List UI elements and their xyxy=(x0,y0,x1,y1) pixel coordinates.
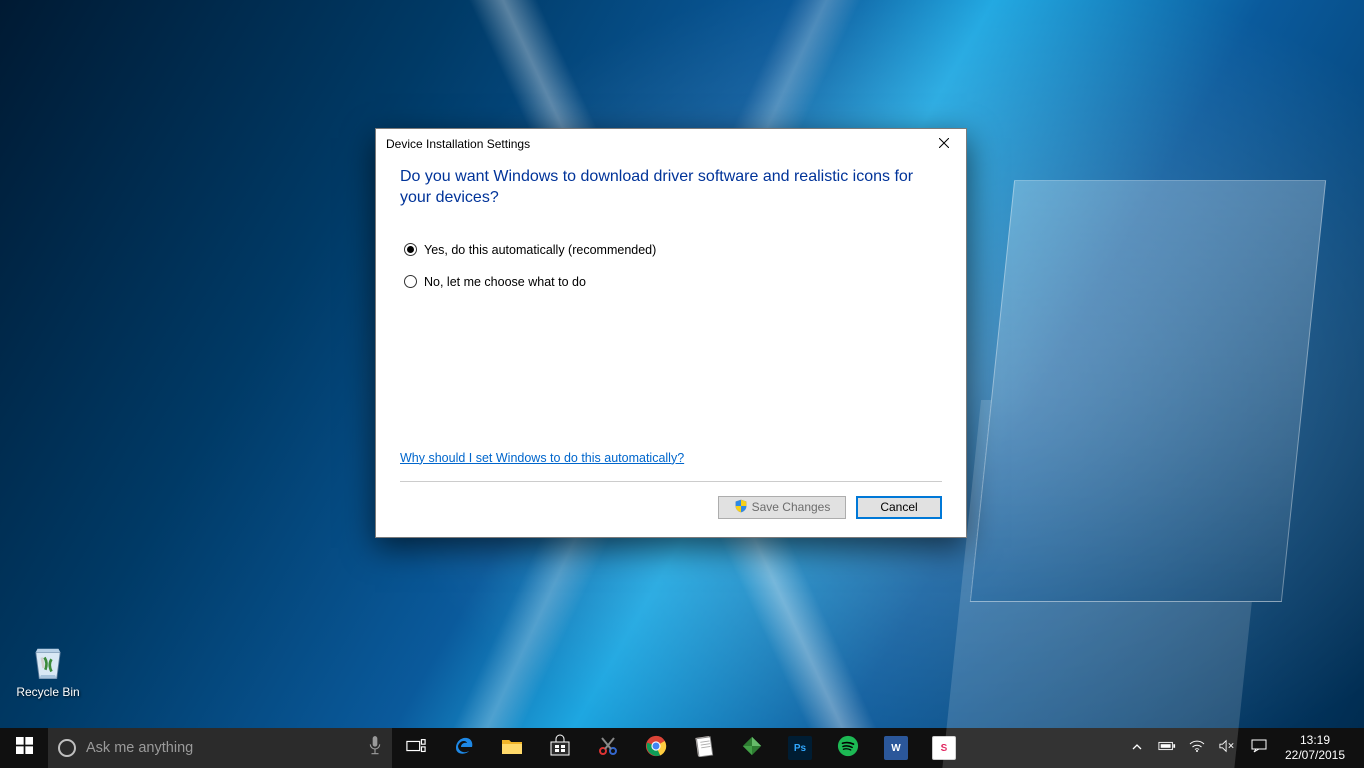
windows-logo-icon xyxy=(16,737,33,759)
taskbar-app-file-explorer[interactable] xyxy=(488,728,536,768)
save-changes-label: Save Changes xyxy=(752,500,831,514)
folder-icon xyxy=(500,734,524,763)
word-icon: W xyxy=(884,736,908,760)
tray-action-center[interactable] xyxy=(1242,738,1276,759)
spotify-icon xyxy=(837,735,859,762)
dialog-footer: Save Changes Cancel xyxy=(400,482,942,519)
clock-time: 13:19 xyxy=(1300,733,1330,748)
cancel-button[interactable]: Cancel xyxy=(856,496,942,519)
notepad-icon xyxy=(693,735,715,762)
microphone-icon[interactable] xyxy=(368,735,382,761)
recycle-bin-icon xyxy=(10,640,86,682)
tray-overflow-button[interactable] xyxy=(1122,739,1152,757)
tray-battery[interactable] xyxy=(1152,739,1182,757)
radio-icon xyxy=(404,243,417,256)
chrome-icon xyxy=(645,735,667,762)
pinned-apps: Ps W S xyxy=(440,728,968,768)
clock-date: 22/07/2015 xyxy=(1285,748,1345,763)
tray-volume[interactable] xyxy=(1212,739,1242,758)
wifi-icon xyxy=(1189,739,1205,758)
scissors-icon xyxy=(596,734,620,763)
device-installation-dialog: Device Installation Settings Do you want… xyxy=(375,128,967,538)
dialog-title: Device Installation Settings xyxy=(386,137,530,151)
dialog-heading: Do you want Windows to download driver s… xyxy=(400,167,942,209)
taskbar-app-store[interactable] xyxy=(536,728,584,768)
edge-icon xyxy=(452,734,476,763)
cortana-search-box[interactable]: Ask me anything xyxy=(48,728,392,768)
search-placeholder: Ask me anything xyxy=(86,740,358,756)
task-view-button[interactable] xyxy=(392,728,440,768)
taskbar-app-snipping-tool[interactable] xyxy=(584,728,632,768)
radio-option-yes[interactable]: Yes, do this automatically (recommended) xyxy=(400,243,942,257)
photoshop-icon: Ps xyxy=(788,736,812,760)
taskbar-app-edge[interactable] xyxy=(440,728,488,768)
close-icon xyxy=(939,137,949,151)
help-link[interactable]: Why should I set Windows to do this auto… xyxy=(400,451,684,465)
uac-shield-icon xyxy=(734,499,748,516)
dialog-titlebar[interactable]: Device Installation Settings xyxy=(376,129,966,159)
radio-label-yes: Yes, do this automatically (recommended) xyxy=(424,243,656,257)
start-button[interactable] xyxy=(0,728,48,768)
radio-option-no[interactable]: No, let me choose what to do xyxy=(400,275,942,289)
tray-network[interactable] xyxy=(1182,739,1212,758)
taskbar-clock[interactable]: 13:19 22/07/2015 xyxy=(1276,733,1354,763)
slack-icon: S xyxy=(932,736,956,760)
desktop[interactable]: Recycle Bin Device Installation Settings… xyxy=(0,0,1364,768)
cortana-icon xyxy=(58,739,76,757)
radio-icon xyxy=(404,275,417,288)
system-tray: 13:19 22/07/2015 xyxy=(1122,728,1364,768)
dialog-close-button[interactable] xyxy=(921,129,966,159)
taskbar-app-spotify[interactable] xyxy=(824,728,872,768)
taskbar-app-chrome[interactable] xyxy=(632,728,680,768)
taskbar-app-notepad[interactable] xyxy=(680,728,728,768)
recycle-bin-desktop-icon[interactable]: Recycle Bin xyxy=(10,640,86,699)
store-icon xyxy=(548,734,572,763)
taskbar-app-photoshop[interactable]: Ps xyxy=(776,728,824,768)
taskbar-app-evernote[interactable] xyxy=(728,728,776,768)
battery-icon xyxy=(1158,739,1176,757)
cancel-label: Cancel xyxy=(880,500,917,514)
volume-muted-icon xyxy=(1219,739,1235,758)
taskbar-app-word[interactable]: W xyxy=(872,728,920,768)
save-changes-button[interactable]: Save Changes xyxy=(718,496,846,519)
recycle-bin-label: Recycle Bin xyxy=(10,685,86,699)
task-view-icon xyxy=(406,738,426,759)
taskbar-app-slack[interactable]: S xyxy=(920,728,968,768)
taskbar: Ask me anything xyxy=(0,728,1364,768)
radio-label-no: No, let me choose what to do xyxy=(424,275,586,289)
chevron-up-icon xyxy=(1132,739,1142,757)
diamond-icon xyxy=(741,735,763,762)
action-center-icon xyxy=(1251,738,1267,759)
